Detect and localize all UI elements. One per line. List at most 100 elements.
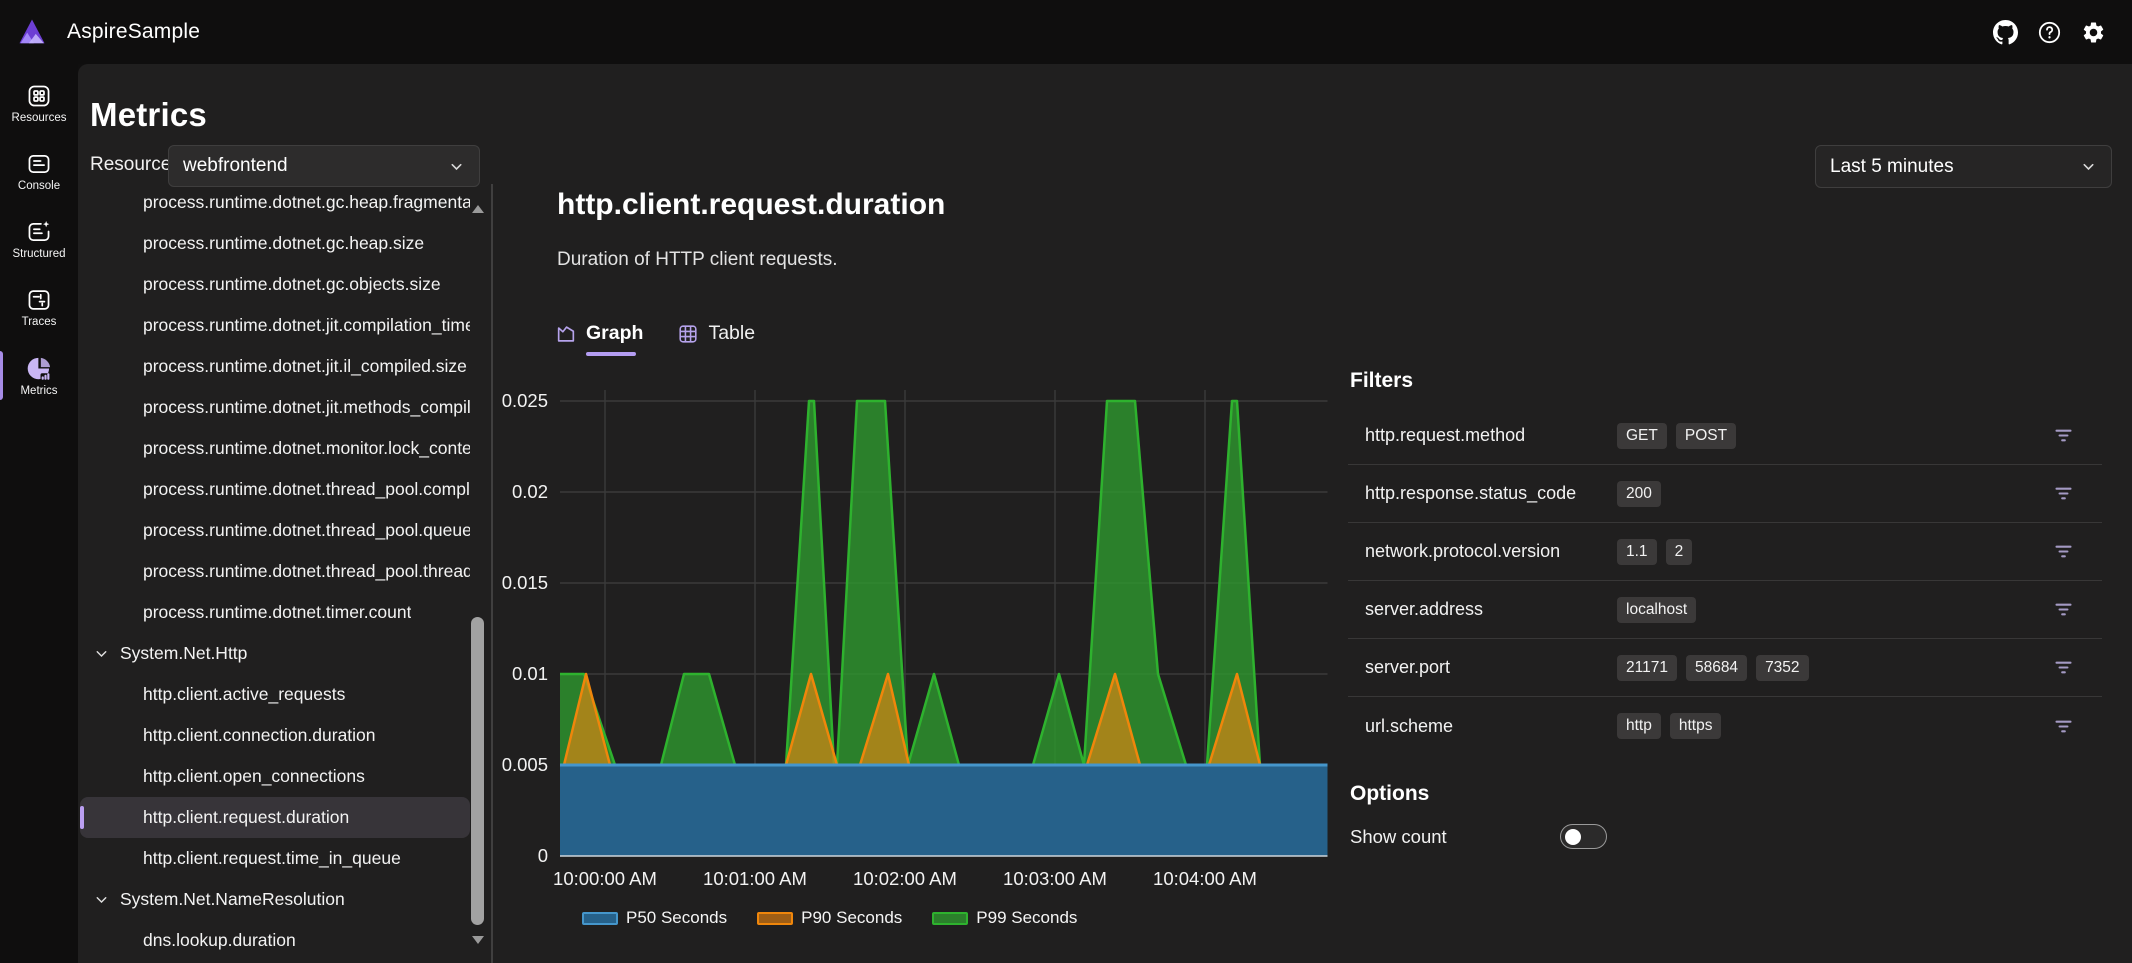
metric-group-row[interactable]: System.Net.NameResolution [80, 879, 470, 920]
structured-icon [26, 219, 52, 245]
filter-value-badge: 58684 [1686, 655, 1747, 681]
filter-icon[interactable] [2053, 541, 2074, 562]
metric-item-row[interactable]: http.client.active_requests [80, 674, 470, 715]
legend-item[interactable]: P50 Seconds [582, 908, 727, 928]
tab-label: Table [708, 322, 755, 345]
metric-item-row[interactable]: process.runtime.dotnet.monitor.lock_cont… [80, 428, 470, 469]
filters-panel: Filters http.request.methodGETPOSThttp.r… [1348, 369, 2102, 755]
legend-swatch [932, 912, 968, 925]
chevron-down-icon [2080, 158, 2097, 175]
aspire-logo-icon [17, 17, 47, 47]
tab-table[interactable]: Table [677, 322, 755, 356]
legend-label: P50 Seconds [626, 908, 727, 928]
filter-value-badge: 1.1 [1617, 539, 1657, 565]
scrollbar-down-arrow[interactable] [472, 936, 484, 944]
filter-value-badge: localhost [1617, 597, 1696, 623]
metric-item-row[interactable]: process.runtime.dotnet.thread_pool.compl… [80, 469, 470, 510]
filter-label: http.response.status_code [1365, 483, 1617, 504]
legend-item[interactable]: P99 Seconds [932, 908, 1077, 928]
metric-item-row[interactable]: http.client.open_connections [80, 756, 470, 797]
svg-text:10:00:00 AM: 10:00:00 AM [553, 868, 657, 889]
metric-item-row[interactable]: process.runtime.dotnet.thread_pool.queue… [80, 510, 470, 551]
filter-icon[interactable] [2053, 716, 2074, 737]
resource-label: Resource [90, 154, 171, 176]
sidebar-item-label: Structured [12, 248, 65, 260]
metric-label: process.runtime.dotnet.thread_pool.queue… [143, 520, 470, 541]
filter-row: network.protocol.version1.12 [1348, 523, 2102, 581]
svg-text:0.01: 0.01 [512, 663, 548, 684]
metrics-icon [26, 355, 53, 382]
metric-item-row[interactable]: process.runtime.dotnet.gc.objects.size [80, 264, 470, 305]
filter-value-badge: 2 [1666, 539, 1693, 565]
sidebar-item-resources[interactable]: Resources [0, 76, 78, 130]
filter-label: server.address [1365, 599, 1617, 620]
metric-item-row[interactable]: process.runtime.dotnet.jit.il_compiled.s… [80, 346, 470, 387]
page-title: Metrics [90, 96, 207, 134]
options-panel: Options Show count [1348, 782, 2102, 849]
metric-item-row[interactable]: process.runtime.dotnet.gc.heap.fragmenta… [80, 182, 470, 223]
filter-values: localhost [1617, 597, 1696, 623]
options-heading: Options [1350, 782, 2102, 806]
help-icon[interactable] [2036, 19, 2062, 45]
metric-label: http.client.request.duration [143, 807, 349, 828]
sidebar-item-metrics[interactable]: Metrics [0, 348, 78, 403]
tab-graph[interactable]: Graph [555, 322, 643, 356]
filter-icon[interactable] [2053, 657, 2074, 678]
metric-item-row[interactable]: process.runtime.dotnet.gc.heap.size [80, 223, 470, 264]
github-icon[interactable] [1992, 19, 2018, 45]
tab-label: Graph [586, 322, 643, 345]
filter-icon[interactable] [2053, 425, 2074, 446]
metric-item-row[interactable]: http.client.connection.duration [80, 715, 470, 756]
console-icon [26, 151, 52, 177]
filter-value-badge: 21171 [1617, 655, 1677, 681]
filter-row: http.request.methodGETPOST [1348, 407, 2102, 465]
legend-swatch [757, 912, 793, 925]
metric-item-row[interactable]: http.client.request.duration [80, 797, 470, 838]
time-range-select[interactable]: Last 5 minutes [1815, 145, 2112, 188]
settings-icon[interactable] [2080, 19, 2106, 45]
sidebar-item-traces[interactable]: Traces [0, 280, 78, 334]
legend-item[interactable]: P90 Seconds [757, 908, 902, 928]
legend-label: P90 Seconds [801, 908, 902, 928]
metric-item-row[interactable]: process.runtime.dotnet.jit.compilation_t… [80, 305, 470, 346]
svg-text:10:01:00 AM: 10:01:00 AM [703, 868, 807, 889]
metric-item-row[interactable]: process.runtime.dotnet.jit.methods_compi… [80, 387, 470, 428]
resource-select[interactable]: webfrontend [168, 145, 480, 187]
metric-label: System.Net.NameResolution [120, 889, 345, 910]
chart-tabs: Graph Table [555, 322, 755, 356]
metric-item-row[interactable]: process.runtime.dotnet.timer.count [80, 592, 470, 633]
svg-text:0.015: 0.015 [502, 572, 548, 593]
metric-label: process.runtime.dotnet.thread_pool.compl… [143, 479, 470, 500]
show-count-label: Show count [1350, 826, 1447, 848]
show-count-toggle[interactable] [1560, 824, 1607, 849]
scrollbar-up-arrow[interactable] [472, 205, 484, 213]
metric-item-row[interactable]: http.client.request.time_in_queue [80, 838, 470, 879]
sidebar-item-label: Console [18, 180, 60, 192]
panel-splitter[interactable] [491, 184, 493, 963]
metric-item-row[interactable]: dns.lookup.duration [80, 920, 470, 961]
filter-row: server.addresslocalhost [1348, 581, 2102, 639]
filter-row: url.schemehttphttps [1348, 697, 2102, 755]
scrollbar-thumb[interactable] [471, 617, 484, 925]
time-range-value: Last 5 minutes [1830, 156, 1954, 178]
chart-legend: P50 Seconds P90 Seconds P99 Seconds [582, 908, 1077, 928]
metric-item-row[interactable]: process.runtime.dotnet.thread_pool.threa… [80, 551, 470, 592]
sidebar-item-structured[interactable]: Structured [0, 212, 78, 266]
filter-value-badge: https [1670, 713, 1722, 739]
topbar: AspireSample [0, 0, 2132, 64]
sidebar-item-label: Traces [22, 316, 57, 328]
metric-label: process.runtime.dotnet.thread_pool.threa… [143, 561, 470, 582]
chart-canvas: 00.0050.010.0150.020.02510:00:00 AM10:01… [500, 388, 1336, 894]
sidebar-item-label: Metrics [20, 385, 57, 397]
graph-icon [555, 323, 577, 345]
metric-group-row[interactable]: System.Net.Http [80, 633, 470, 674]
filter-value-badge: POST [1676, 423, 1736, 449]
sidebar-item-console[interactable]: Console [0, 144, 78, 198]
filter-icon[interactable] [2053, 483, 2074, 504]
filter-values: GETPOST [1617, 423, 1736, 449]
toggle-knob [1565, 829, 1581, 845]
filter-value-badge: http [1617, 713, 1661, 739]
filter-icon[interactable] [2053, 599, 2074, 620]
metric-label: http.client.open_connections [143, 766, 365, 787]
metric-label: http.client.connection.duration [143, 725, 376, 746]
